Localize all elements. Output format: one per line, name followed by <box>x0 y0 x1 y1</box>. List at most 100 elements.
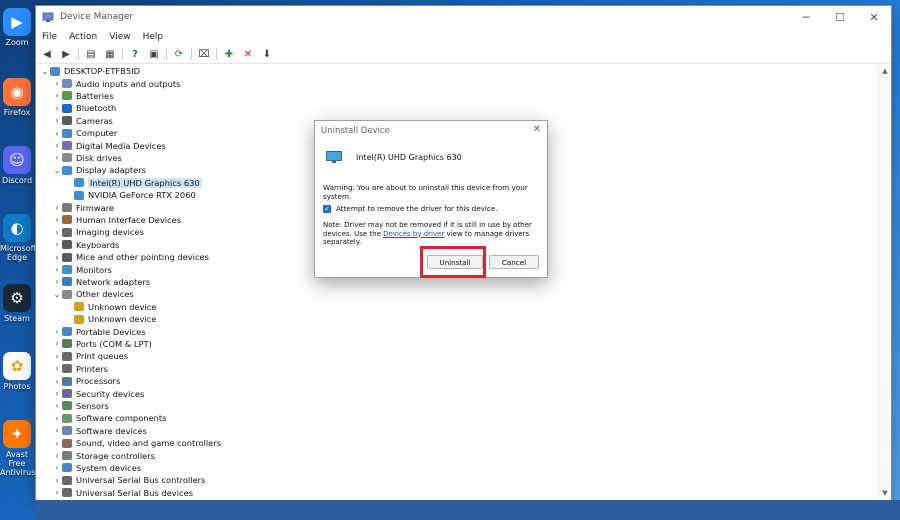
tree-category[interactable]: › Network adapters <box>52 276 150 288</box>
chevron-right-icon[interactable]: › <box>52 203 62 212</box>
tree-category[interactable]: › System devices <box>52 462 141 474</box>
scroll-down-icon[interactable]: ▼ <box>879 487 891 499</box>
chevron-right-icon[interactable]: › <box>52 327 62 336</box>
tree-category[interactable]: › Storage controllers <box>52 449 155 461</box>
tree-category[interactable]: › Digital Media Devices <box>52 139 165 151</box>
desktop-icon-microsoft[interactable]: ◐ Microsoft Edge <box>0 214 36 262</box>
tree-category[interactable]: › Printers <box>52 363 108 375</box>
tree-category[interactable]: ⌄ Other devices <box>52 288 134 300</box>
tree-category[interactable]: › Human Interface Devices <box>52 214 181 226</box>
tree-device[interactable]: Unknown device <box>64 313 156 325</box>
devices-by-driver-link[interactable]: Devices by driver <box>383 230 444 238</box>
uninstall-device-icon[interactable]: ✕ <box>241 47 255 61</box>
download-icon[interactable]: ⬇ <box>260 47 274 61</box>
tree-category[interactable]: › Imaging devices <box>52 226 144 238</box>
tree-device[interactable]: Intel(R) UHD Graphics 630 <box>64 177 202 189</box>
chevron-right-icon[interactable]: › <box>52 240 62 249</box>
chevron-right-icon[interactable]: › <box>52 228 62 237</box>
tree-category[interactable]: › Sound, video and game controllers <box>52 437 221 449</box>
menu-action[interactable]: Action <box>69 32 97 42</box>
chevron-right-icon[interactable]: › <box>52 141 62 150</box>
maximize-button[interactable]: ☐ <box>823 6 857 28</box>
tree-category[interactable]: › Cameras <box>52 115 113 127</box>
tree-category[interactable]: › Processors <box>52 375 120 387</box>
tree-category[interactable]: › Print queues <box>52 350 128 362</box>
tree-category[interactable]: › Keyboards <box>52 239 119 251</box>
chevron-right-icon[interactable]: › <box>52 339 62 348</box>
tree-device[interactable]: NVIDIA GeForce RTX 2060 <box>64 189 196 201</box>
chevron-down-icon[interactable]: ⌄ <box>52 166 62 175</box>
chevron-right-icon[interactable]: › <box>52 401 62 410</box>
chevron-right-icon[interactable]: › <box>52 253 62 262</box>
chevron-down-icon[interactable]: ⌄ <box>52 290 62 299</box>
tree-category[interactable]: › Ports (COM & LPT) <box>52 338 151 350</box>
chevron-right-icon[interactable]: › <box>52 439 62 448</box>
forward-arrow-icon[interactable]: ▶ <box>59 47 73 61</box>
chevron-right-icon[interactable]: › <box>52 277 62 286</box>
tree-category[interactable]: › Universal Serial Bus controllers <box>52 474 205 486</box>
tree-category[interactable]: › Security devices <box>52 387 144 399</box>
chevron-right-icon[interactable]: › <box>52 414 62 423</box>
menu-view[interactable]: View <box>109 32 130 42</box>
view-icon[interactable]: ▣ <box>147 47 161 61</box>
tree-category[interactable]: › Sensors <box>52 400 108 412</box>
chevron-right-icon[interactable]: › <box>52 476 62 485</box>
chevron-right-icon[interactable]: › <box>52 265 62 274</box>
back-arrow-icon[interactable]: ◀ <box>40 47 54 61</box>
chevron-down-icon[interactable]: ⌄ <box>40 67 50 76</box>
desktop-icon-avast-free[interactable]: ✦ Avast Free Antivirus <box>0 420 35 477</box>
chevron-right-icon[interactable]: › <box>52 153 62 162</box>
tree-category[interactable]: › Software components <box>52 412 166 424</box>
desktop-icon-discord[interactable]: ☺ Discord <box>0 146 34 185</box>
add-driver-icon[interactable]: ✚ <box>222 47 236 61</box>
chevron-right-icon[interactable]: › <box>52 215 62 224</box>
tree-category[interactable]: › Disk drives <box>52 152 121 164</box>
dialog-close-icon[interactable]: ✕ <box>533 124 541 135</box>
remove-driver-checkbox[interactable]: ✓ <box>323 204 331 213</box>
help-icon[interactable]: ? <box>128 47 142 61</box>
close-window-button[interactable]: ✕ <box>857 6 891 28</box>
chevron-right-icon[interactable]: › <box>52 79 62 88</box>
tree-category[interactable]: › Monitors <box>52 263 111 275</box>
tree-category[interactable]: › Batteries <box>52 90 113 102</box>
tree-category[interactable]: ⌄ Display adapters <box>52 164 146 176</box>
remove-driver-checkbox-row[interactable]: ✓ Attempt to remove the driver for this … <box>323 204 498 213</box>
tree-category[interactable]: › Bluetooth <box>52 102 116 114</box>
desktop-icon-firefox[interactable]: ◉ Firefox <box>0 78 34 117</box>
desktop-icon-label: Firefox <box>3 108 31 117</box>
tree-category[interactable]: › Audio inputs and outputs <box>52 77 180 89</box>
properties-icon[interactable]: ▦ <box>103 47 117 61</box>
tree-root[interactable]: ⌄ DESKTOP-ETFB5ID <box>40 65 140 77</box>
chevron-right-icon[interactable]: › <box>52 451 62 460</box>
chevron-right-icon[interactable]: › <box>52 426 62 435</box>
chevron-right-icon[interactable]: › <box>52 91 62 100</box>
desktop-icon-zoom[interactable]: ▶ Zoom <box>0 8 34 47</box>
vertical-scrollbar[interactable]: ▲ ▼ <box>878 65 891 499</box>
cancel-button[interactable]: Cancel <box>489 255 539 269</box>
menu-help[interactable]: Help <box>143 32 164 42</box>
tree-category[interactable]: › Mice and other pointing devices <box>52 251 209 263</box>
menu-file[interactable]: File <box>42 32 57 42</box>
chevron-right-icon[interactable]: › <box>52 463 62 472</box>
tree-category[interactable]: › Firmware <box>52 201 114 213</box>
chevron-right-icon[interactable]: › <box>52 364 62 373</box>
desktop-icon-steam[interactable]: ⚙ Steam <box>0 284 34 323</box>
tree-category[interactable]: › Universal Serial Bus devices <box>52 487 193 499</box>
scan-hardware-icon[interactable]: ⌧ <box>197 47 211 61</box>
tree-category[interactable]: › Computer <box>52 127 117 139</box>
chevron-right-icon[interactable]: › <box>52 377 62 386</box>
chevron-right-icon[interactable]: › <box>52 488 62 497</box>
chevron-right-icon[interactable]: › <box>52 129 62 138</box>
scroll-up-icon[interactable]: ▲ <box>879 65 891 77</box>
chevron-right-icon[interactable]: › <box>52 352 62 361</box>
update-driver-icon[interactable]: ⟳ <box>172 47 186 61</box>
minimize-button[interactable]: ─ <box>789 6 823 28</box>
tree-category[interactable]: › Software devices <box>52 425 146 437</box>
desktop-icon-photos[interactable]: ✿ Photos <box>0 352 34 391</box>
tree-category[interactable]: › Portable Devices <box>52 325 145 337</box>
tree-device[interactable]: Unknown device <box>64 301 156 313</box>
chevron-right-icon[interactable]: › <box>52 389 62 398</box>
chevron-right-icon[interactable]: › <box>52 116 62 125</box>
show-hide-tree-icon[interactable]: ▤ <box>84 47 98 61</box>
chevron-right-icon[interactable]: › <box>52 104 62 113</box>
